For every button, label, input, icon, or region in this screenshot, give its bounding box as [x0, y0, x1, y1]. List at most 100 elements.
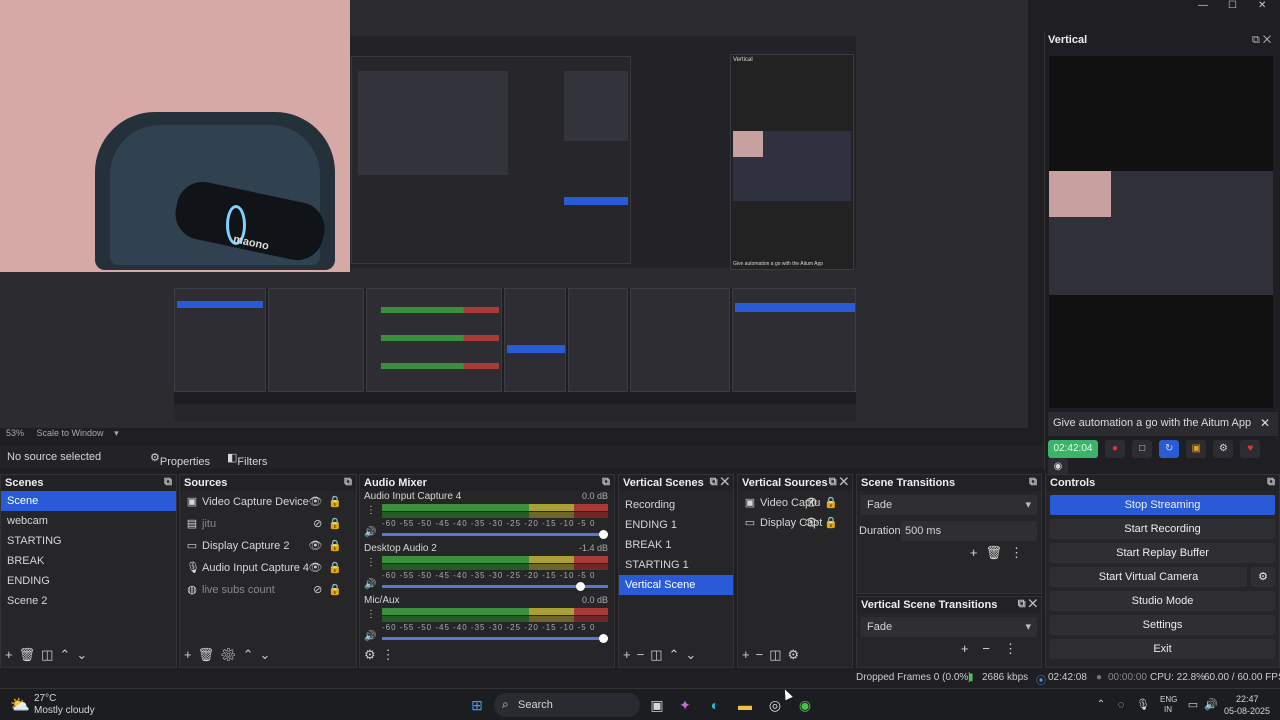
speaker-icon[interactable]: 🔊 — [364, 631, 376, 642]
volume-slider[interactable] — [382, 634, 608, 643]
scene-item[interactable]: Scene — [1, 491, 176, 511]
search-box[interactable]: ⌕ Search — [494, 693, 640, 717]
arrow-down-icon[interactable]: ⌄ — [76, 647, 93, 662]
obs-icon[interactable]: ◎ — [764, 695, 786, 715]
add-icon[interactable]: + — [623, 647, 637, 662]
arrow-up-icon[interactable]: ⌃ — [243, 647, 260, 662]
stop-icon[interactable]: □ — [1132, 440, 1153, 458]
trash-icon[interactable]: 🗑 — [198, 647, 221, 662]
maximize-icon[interactable]: ☐ — [1228, 0, 1237, 11]
close-icon[interactable]: ✕ — [1260, 416, 1270, 430]
task-view-icon[interactable]: ▣ — [646, 695, 668, 715]
vertical-source-item[interactable]: ▣ Video Captu 👁🔒 — [738, 493, 852, 513]
menu-icon[interactable]: ⋮ — [1004, 641, 1031, 656]
region-code[interactable]: IN — [1164, 705, 1172, 714]
chevron-down-icon[interactable]: ▾ — [114, 428, 119, 438]
dock-close-icon[interactable]: ⧉ ✕ — [829, 476, 848, 489]
start-replay-button[interactable]: Start Replay Buffer — [1050, 543, 1275, 563]
menu-icon[interactable]: ⋮ — [366, 505, 376, 516]
minus-icon[interactable]: − — [982, 641, 1004, 656]
start-virtual-camera-button[interactable]: Start Virtual Camera — [1050, 567, 1247, 587]
add-icon[interactable]: + — [184, 647, 198, 662]
visibility-lock-icons[interactable]: 👁🔒 — [308, 491, 348, 513]
vtransition-select[interactable]: Fade — [861, 617, 1037, 637]
folder-icon[interactable]: ▣ — [1186, 440, 1207, 458]
file-explorer-icon[interactable]: ▬ — [734, 695, 756, 715]
vertical-scene-item[interactable]: ENDING 1 — [619, 515, 733, 535]
add-icon[interactable]: + — [5, 647, 19, 662]
properties-button[interactable]: ⚙ Properties — [150, 451, 210, 468]
visibility-lock-icons[interactable]: 👁🔒 — [804, 513, 844, 533]
minus-icon[interactable]: − — [756, 647, 770, 662]
exit-button[interactable]: Exit — [1050, 639, 1275, 659]
dock-float-icon[interactable]: ⧉ — [602, 476, 610, 489]
add-icon[interactable]: + — [970, 545, 986, 560]
source-item[interactable]: 🎙 Audio Input Capture 4 👁🔒 — [180, 557, 356, 579]
duration-input[interactable]: 500 ms — [901, 521, 1037, 541]
add-icon[interactable]: + — [961, 641, 983, 656]
lang-code[interactable]: ENG — [1160, 695, 1177, 704]
visibility-lock-icons[interactable]: ⊘🔒 — [313, 513, 348, 535]
visibility-lock-icons[interactable]: 👁🔒 — [308, 557, 348, 579]
scale-mode[interactable]: Scale to Window — [37, 428, 104, 438]
menu-icon[interactable]: ⋮ — [1010, 545, 1031, 560]
visibility-lock-icons[interactable]: 👁🔒 — [308, 535, 348, 557]
dock-float-icon[interactable]: ⧉ — [1267, 476, 1275, 489]
filter-icon[interactable]: ◫ — [41, 647, 59, 662]
gear-icon[interactable]: ⚙ — [787, 647, 805, 662]
vertical-pane-controls[interactable]: ⧉ ✕ — [1252, 34, 1271, 47]
volume-knob[interactable] — [599, 634, 608, 643]
arrow-down-icon[interactable]: ⌄ — [260, 647, 277, 662]
arrow-up-icon[interactable]: ⌃ — [668, 647, 685, 662]
start-recording-button[interactable]: Start Recording — [1050, 519, 1275, 539]
vertical-scene-item[interactable]: BREAK 1 — [619, 535, 733, 555]
volume-slider[interactable] — [382, 530, 608, 539]
scene-item[interactable]: STARTING — [1, 531, 176, 551]
gear-icon[interactable]: ⚙ — [364, 647, 382, 662]
gear-icon[interactable]: ⚙ — [220, 647, 243, 662]
arrow-down-icon[interactable]: ⌄ — [685, 647, 702, 662]
volume-knob[interactable] — [599, 530, 608, 539]
filter-icon[interactable]: ◫ — [769, 647, 787, 662]
network-icon[interactable]: ◌ — [1110, 695, 1132, 715]
transition-select[interactable]: Fade — [861, 495, 1037, 515]
stop-streaming-button[interactable]: Stop Streaming — [1050, 495, 1275, 515]
dock-float-icon[interactable]: ⧉ — [1029, 476, 1037, 489]
speaker-icon[interactable]: 🔊 — [364, 579, 376, 590]
dock-float-icon[interactable]: ⧉ — [344, 476, 352, 489]
vertical-scene-item[interactable]: Recording — [619, 495, 733, 515]
vertical-stream-badge[interactable]: 02:42:04 — [1048, 440, 1098, 458]
volume-slider[interactable] — [382, 582, 608, 591]
dock-float-icon[interactable]: ⧉ — [164, 476, 172, 489]
weather-icon[interactable]: ⛅ — [10, 695, 30, 715]
volume-icon[interactable]: 🔊 — [1200, 695, 1222, 715]
menu-icon[interactable]: ⋮ — [366, 557, 376, 568]
clock-time[interactable]: 22:47 — [1236, 694, 1259, 704]
minus-icon[interactable]: − — [637, 647, 651, 662]
minimize-icon[interactable]: — — [1198, 0, 1208, 11]
gear-icon[interactable]: ⚙ — [1251, 567, 1275, 587]
dock-close-icon[interactable]: ⧉ ✕ — [1018, 598, 1037, 611]
studio-mode-button[interactable]: Studio Mode — [1050, 591, 1275, 611]
source-item[interactable]: ▭ Display Capture 2 👁🔒 — [180, 535, 356, 557]
gear-icon[interactable]: ⚙ — [1213, 440, 1234, 458]
clock-date[interactable]: 05-08-2025 — [1224, 706, 1270, 716]
source-item[interactable]: ▣ Video Capture Device 👁🔒 — [180, 491, 356, 513]
vertical-source-item[interactable]: ▭ Display Capt 👁🔒 — [738, 513, 852, 533]
scene-item[interactable]: webcam — [1, 511, 176, 531]
scene-item[interactable]: Scene 2 — [1, 591, 176, 611]
trash-icon[interactable]: 🗑 — [19, 647, 42, 662]
vertical-scene-item[interactable]: STARTING 1 — [619, 555, 733, 575]
speaker-icon[interactable]: 🔊 — [364, 527, 376, 538]
microphone-icon[interactable]: 🎙 — [1132, 695, 1154, 715]
chevron-up-icon[interactable]: ⌃ — [1090, 695, 1112, 715]
settings-button[interactable]: Settings — [1050, 615, 1275, 635]
close-icon[interactable]: ✕ — [1258, 0, 1266, 11]
trash-icon[interactable]: 🗑 — [985, 545, 1010, 560]
arrow-up-icon[interactable]: ⌃ — [59, 647, 76, 662]
menu-icon[interactable]: ⋮ — [366, 609, 376, 620]
record-icon[interactable]: ● — [1105, 440, 1126, 458]
windows-start-icon[interactable]: ⊞ — [466, 695, 488, 715]
chrome-icon[interactable]: ◉ — [794, 695, 816, 715]
menu-icon[interactable]: ⋮ — [382, 647, 401, 662]
